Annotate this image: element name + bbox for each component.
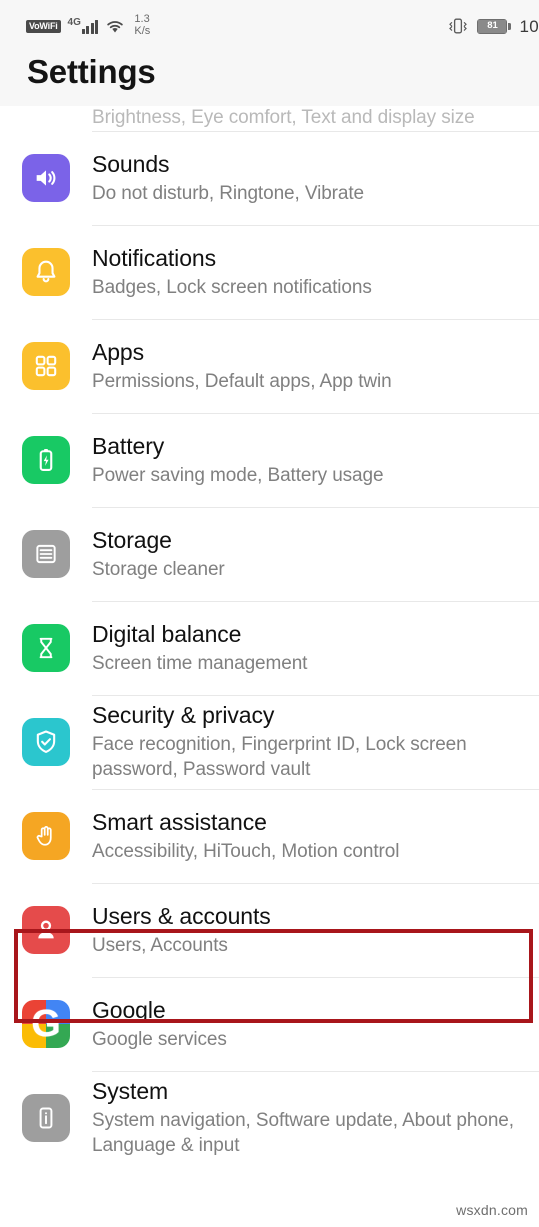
google-icon: G (22, 1000, 70, 1049)
google-g-letter: G (31, 1003, 61, 1046)
watermark-label: wsxdn.com (456, 1202, 528, 1218)
list-item-title: Battery (92, 432, 165, 459)
list-item-title: Google (92, 996, 166, 1023)
list-item-subtitle: System navigation, Software update, Abou… (92, 1109, 514, 1157)
page-header: Settings (0, 52, 539, 106)
list-item-sounds[interactable]: Sounds Do not disturb, Ringtone, Vibrate (0, 132, 539, 225)
status-bar: VoWiFi 4G 1.3 K/s 81 10 (0, 0, 539, 52)
hand-icon (22, 812, 70, 861)
list-item-title: Security & privacy (92, 702, 275, 729)
list-item-subtitle: Screen time management (92, 652, 308, 674)
speaker-icon (22, 154, 70, 203)
list-item-title: Digital balance (92, 620, 242, 647)
list-item-security-privacy[interactable]: Security & privacy Face recognition, Fin… (0, 696, 539, 789)
shield-check-icon (22, 718, 70, 767)
vowifi-icon: VoWiFi (26, 19, 61, 33)
list-item-users-accounts[interactable]: Users & accounts Users, Accounts (0, 884, 539, 977)
clock-label: 10 (519, 16, 539, 36)
list-item-subtitle: Power saving mode, Battery usage (92, 464, 384, 486)
network-speed-indicator: 1.3 K/s (134, 14, 150, 37)
battery-icon: 81 (477, 18, 512, 34)
list-item-title: Users & accounts (92, 902, 271, 929)
battery-percent-label: 81 (478, 19, 507, 33)
status-bar-right: 81 10 (447, 0, 539, 52)
list-item-smart-assistance[interactable]: Smart assistance Accessibility, HiTouch,… (0, 790, 539, 883)
list-item-subtitle: Badges, Lock screen notifications (92, 276, 372, 298)
cellular-signal-icon: 4G (68, 18, 99, 34)
list-item-subtitle: Google services (92, 1028, 227, 1050)
network-speed-unit: K/s (134, 25, 151, 37)
list-item-display-clipped[interactable]: Brightness, Eye comfort, Text and displa… (0, 106, 539, 131)
bell-icon (22, 248, 70, 297)
list-item-subtitle: Brightness, Eye comfort, Text and displa… (92, 106, 475, 128)
list-item-subtitle: Storage cleaner (92, 558, 225, 580)
list-item-subtitle: Face recognition, Fingerprint ID, Lock s… (92, 733, 467, 781)
hourglass-icon (22, 624, 70, 673)
list-item-notifications[interactable]: Notifications Badges, Lock screen notifi… (0, 226, 539, 319)
wifi-icon (105, 18, 125, 34)
list-item-title: Notifications (92, 244, 216, 271)
list-item-battery[interactable]: Battery Power saving mode, Battery usage (0, 414, 539, 507)
list-item-title: Sounds (92, 150, 170, 177)
status-bar-left: VoWiFi 4G 1.3 K/s (26, 14, 150, 37)
list-item-title: Storage (92, 526, 172, 553)
list-item-subtitle: Users, Accounts (92, 934, 228, 956)
network-type-label: 4G (67, 17, 81, 28)
list-item-subtitle: Do not disturb, Ringtone, Vibrate (92, 182, 365, 204)
list-item-title: Smart assistance (92, 808, 267, 835)
battery-icon (22, 436, 70, 485)
list-item-title: Apps (92, 338, 145, 365)
list-item-storage[interactable]: Storage Storage cleaner (0, 508, 539, 601)
storage-icon (22, 530, 70, 579)
page-title: Settings (27, 53, 156, 90)
grid-icon (22, 342, 70, 391)
list-item-apps[interactable]: Apps Permissions, Default apps, App twin (0, 320, 539, 413)
list-item-digital-balance[interactable]: Digital balance Screen time management (0, 602, 539, 695)
signal-bars-icon (81, 20, 99, 34)
settings-screen: VoWiFi 4G 1.3 K/s 81 10 Settings Brightn… (0, 0, 539, 1227)
phone-info-icon (22, 1094, 70, 1143)
settings-list: Brightness, Eye comfort, Text and displa… (0, 105, 539, 1165)
list-item-subtitle: Permissions, Default apps, App twin (92, 370, 392, 392)
network-speed-value: 1.3 (134, 13, 150, 26)
list-item-google[interactable]: G Google Google services (0, 978, 539, 1071)
person-icon (22, 906, 70, 955)
list-item-system[interactable]: System System navigation, Software updat… (0, 1072, 539, 1165)
list-item-subtitle: Accessibility, HiTouch, Motion control (92, 840, 400, 862)
vibrate-icon (447, 16, 469, 36)
list-item-title: System (92, 1078, 169, 1105)
